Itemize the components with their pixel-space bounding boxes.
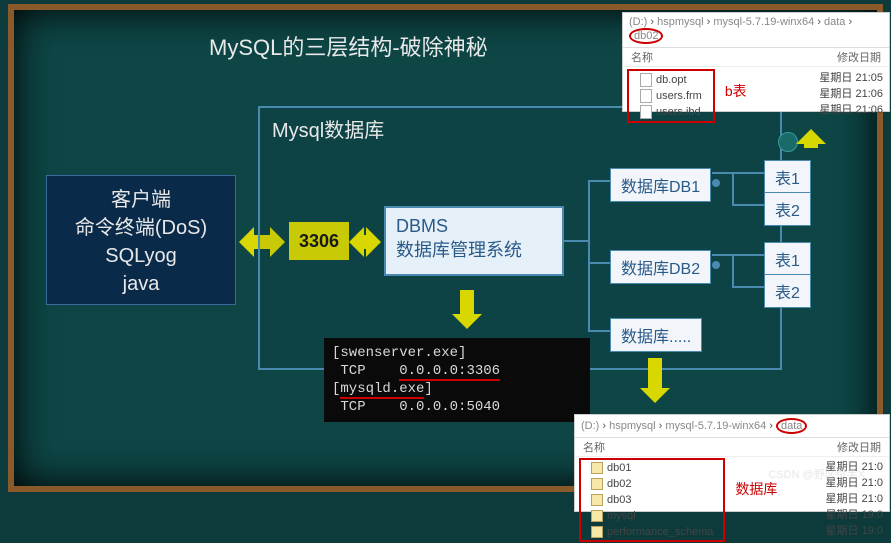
folder-row: db03 [583,492,721,508]
arrow-dbms-terminal [460,290,474,320]
connector [564,240,588,242]
folder-icon [591,510,603,522]
folder-row: db02 [583,476,721,492]
explorer-bottom: (D:) › hspmysql › mysql-5.7.19-winx64 › … [574,414,890,512]
folder-row: db01 [583,460,721,476]
connector [732,172,734,206]
connector [712,172,764,174]
connector [732,286,764,288]
client-line: 命令终端(DoS) [47,214,235,242]
file-row: db.opt [632,72,710,88]
client-line: SQLyog [47,242,235,270]
file-date: 星期日 21:06 [819,101,883,117]
annotation: b表 [725,81,747,111]
watermark: CSDN @野区杀手X [768,466,865,482]
node-db1: 数据库DB1 [610,168,711,202]
term-line: [mysqld.exe] [332,380,582,398]
connector [588,262,610,264]
connector [712,254,764,256]
dbms-box: DBMS 数据库管理系统 [384,206,564,276]
explorer-header: 名称修改日期 [623,48,889,67]
folder-icon [591,462,603,474]
node-db2: 数据库DB2 [610,250,711,284]
container-title: Mysql数据库 [272,114,384,143]
arrow-port-dbms [358,235,372,249]
chalkboard: MySQL的三层结构-破除神秘 客户端 命令终端(DoS) SQLyog jav… [8,4,883,492]
file-row: users.ibd [632,104,710,120]
node-table: 表2 [764,192,811,226]
folder-date: 星期日 19:0 [826,522,883,538]
connector [588,180,610,182]
dbms-line: DBMS [396,214,552,238]
explorer-top: (D:) › hspmysql › mysql-5.7.19-winx64 › … [622,12,890,112]
arrow-table-explorer [804,138,818,148]
term-line: TCP 0.0.0.0:5040 [332,398,582,416]
connector [732,204,764,206]
file-icon [640,89,652,103]
terminal-panel: [swenserver.exe] TCP 0.0.0.0:3306 [mysql… [324,338,590,422]
node-table: 表2 [764,274,811,308]
folder-date: 星期日 19:0 [826,506,883,522]
node-table: 表1 [764,242,811,276]
client-line: 客户端 [47,186,235,214]
connector [588,330,610,332]
term-line: [swenserver.exe] [332,344,582,362]
folder-row: mysql [583,508,721,524]
file-row: users.frm [632,88,710,104]
node-table: 表1 [764,160,811,194]
folder-icon [591,494,603,506]
connector [732,254,734,288]
client-line: java [47,270,235,298]
folder-row: performance_schema [583,524,721,540]
connector [588,180,590,330]
breadcrumb: (D:) › hspmysql › mysql-5.7.19-winx64 › … [575,415,889,438]
folder-icon [591,478,603,490]
folder-group-highlight: db01 db02 db03 mysql performance_schema [579,458,725,542]
folder-icon [591,526,603,538]
file-icon [640,105,652,119]
node-db3: 数据库..... [610,318,702,352]
folder-date: 星期日 21:0 [826,490,883,506]
breadcrumb: (D:) › hspmysql › mysql-5.7.19-winx64 › … [623,13,889,48]
arrow-db-explorer [648,358,662,394]
decorative-icon [778,132,798,152]
client-box: 客户端 命令终端(DoS) SQLyog java [46,175,236,305]
file-date: 星期日 21:05 [819,69,883,85]
explorer-header: 名称修改日期 [575,438,889,457]
annotation: 数据库 [735,479,777,521]
file-group-highlight: db.opt users.frm users.ibd [627,69,715,123]
file-icon [640,73,652,87]
term-line: TCP 0.0.0.0:3306 [332,362,582,380]
file-date: 星期日 21:06 [819,85,883,101]
diagram-title: MySQL的三层结构-破除神秘 [209,30,488,62]
dbms-line: 数据库管理系统 [396,238,552,262]
